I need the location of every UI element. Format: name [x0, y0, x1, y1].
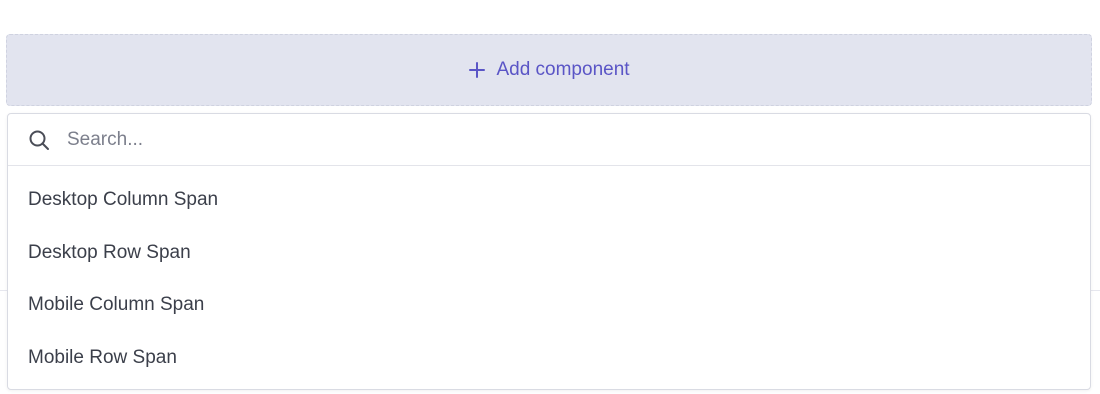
backdrop-divider-left [0, 290, 7, 291]
option-mobile-column-span[interactable]: Mobile Column Span [8, 279, 1090, 332]
option-desktop-row-span[interactable]: Desktop Row Span [8, 227, 1090, 280]
plus-icon [468, 61, 486, 79]
add-component-label: Add component [496, 59, 630, 80]
component-dropdown: Desktop Column Span Desktop Row Span Mob… [7, 113, 1091, 390]
search-row [8, 114, 1090, 166]
option-desktop-column-span[interactable]: Desktop Column Span [8, 174, 1090, 227]
search-icon [28, 129, 50, 151]
option-list: Desktop Column Span Desktop Row Span Mob… [8, 174, 1090, 384]
backdrop-divider-right [1091, 290, 1100, 291]
add-component-button[interactable]: Add component [6, 34, 1092, 106]
search-input[interactable] [65, 123, 1090, 156]
option-mobile-row-span[interactable]: Mobile Row Span [8, 332, 1090, 385]
